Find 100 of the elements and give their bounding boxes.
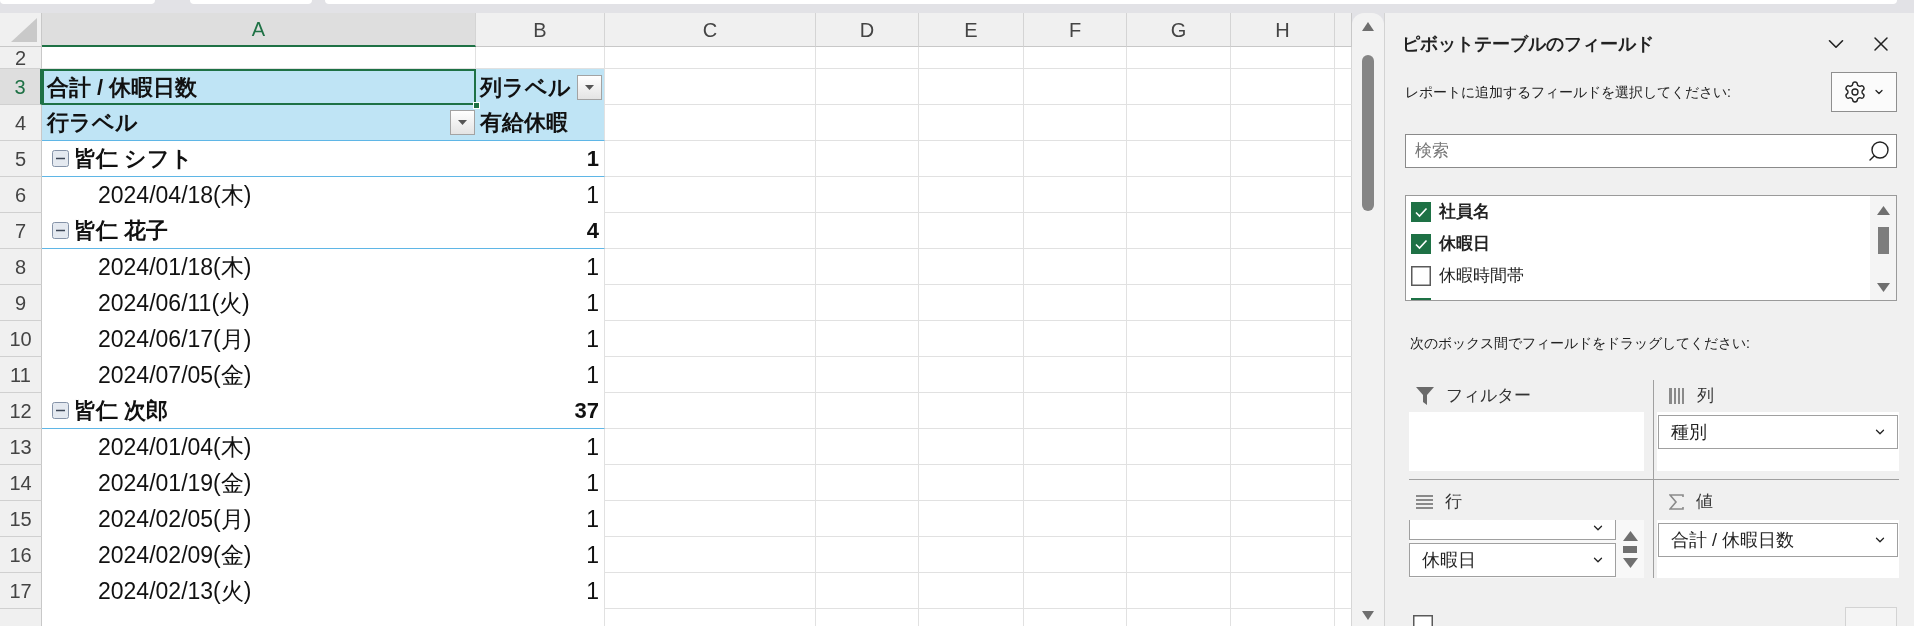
empty-cell[interactable] bbox=[1231, 465, 1335, 501]
empty-cell[interactable] bbox=[605, 393, 816, 429]
minus-box-icon[interactable] bbox=[52, 402, 69, 419]
empty-cell[interactable] bbox=[919, 105, 1024, 141]
empty-cell[interactable] bbox=[1024, 393, 1127, 429]
empty-cell[interactable] bbox=[1024, 357, 1127, 393]
empty-cell[interactable] bbox=[1024, 285, 1127, 321]
empty-cell[interactable] bbox=[1231, 141, 1335, 177]
field-checkbox[interactable] bbox=[1411, 234, 1431, 254]
empty-cell[interactable] bbox=[1127, 47, 1231, 69]
fill-handle-icon[interactable] bbox=[473, 102, 480, 109]
empty-cell[interactable] bbox=[919, 321, 1024, 357]
minus-box-icon[interactable] bbox=[52, 150, 69, 167]
scroll-up-arrow-icon[interactable] bbox=[1876, 206, 1890, 215]
empty-cell[interactable] bbox=[816, 357, 919, 393]
field-checkbox[interactable] bbox=[1411, 266, 1431, 286]
empty-cell[interactable] bbox=[816, 573, 919, 609]
scroll-down-arrow-icon[interactable] bbox=[1876, 283, 1890, 292]
search-icon[interactable] bbox=[1867, 139, 1891, 163]
empty-cell[interactable] bbox=[919, 141, 1024, 177]
empty-cell[interactable] bbox=[1231, 357, 1335, 393]
empty-cell[interactable] bbox=[1024, 213, 1127, 249]
column-header[interactable]: B bbox=[476, 13, 605, 47]
filter-dropdown-button[interactable] bbox=[450, 110, 475, 135]
bar-icon[interactable] bbox=[1623, 545, 1637, 553]
empty-cell[interactable] bbox=[919, 429, 1024, 465]
empty-cell[interactable] bbox=[919, 177, 1024, 213]
empty-cell[interactable] bbox=[1127, 321, 1231, 357]
empty-cell[interactable] bbox=[1024, 249, 1127, 285]
empty-cell[interactable] bbox=[1231, 573, 1335, 609]
empty-cell[interactable] bbox=[605, 213, 816, 249]
empty-cell[interactable] bbox=[919, 285, 1024, 321]
row-header[interactable]: 3 bbox=[0, 69, 42, 105]
empty-cell[interactable] bbox=[1127, 105, 1231, 141]
empty-cell[interactable] bbox=[816, 393, 919, 429]
empty-cell[interactable] bbox=[816, 465, 919, 501]
column-header[interactable]: C bbox=[605, 13, 816, 47]
row-header[interactable]: 2 bbox=[0, 47, 42, 69]
empty-cell[interactable] bbox=[1024, 429, 1127, 465]
row-header[interactable]: 14 bbox=[0, 465, 42, 501]
empty-cell[interactable] bbox=[605, 249, 816, 285]
row-header[interactable]: 6 bbox=[0, 177, 42, 213]
select-all-triangle-icon[interactable] bbox=[11, 18, 37, 42]
empty-cell[interactable] bbox=[1127, 573, 1231, 609]
field-dropdown[interactable]: 種別 bbox=[1658, 415, 1898, 449]
scroll-up-arrow-icon[interactable] bbox=[1362, 22, 1374, 31]
empty-cell[interactable] bbox=[1024, 465, 1127, 501]
empty-cell[interactable] bbox=[919, 357, 1024, 393]
empty-cell[interactable] bbox=[816, 285, 919, 321]
field-name[interactable]: 休暇日 bbox=[1439, 231, 1490, 257]
empty-cell[interactable] bbox=[1127, 465, 1231, 501]
empty-cell[interactable] bbox=[1127, 69, 1231, 105]
empty-cell[interactable] bbox=[816, 429, 919, 465]
row-header[interactable]: 8 bbox=[0, 249, 42, 285]
row-header[interactable]: 10 bbox=[0, 321, 42, 357]
empty-cell[interactable] bbox=[1127, 501, 1231, 537]
empty-cell[interactable] bbox=[1231, 69, 1335, 105]
empty-cell[interactable] bbox=[605, 357, 816, 393]
empty-cell[interactable] bbox=[816, 213, 919, 249]
empty-cell[interactable] bbox=[1024, 141, 1127, 177]
empty-cell[interactable] bbox=[605, 321, 816, 357]
empty-cell[interactable] bbox=[919, 69, 1024, 105]
column-header[interactable]: D bbox=[816, 13, 919, 47]
empty-cell[interactable] bbox=[1127, 213, 1231, 249]
row-header[interactable]: 5 bbox=[0, 141, 42, 177]
empty-cell[interactable] bbox=[1231, 213, 1335, 249]
empty-cell[interactable] bbox=[1127, 249, 1231, 285]
empty-cell[interactable] bbox=[816, 69, 919, 105]
empty-cell[interactable] bbox=[605, 573, 816, 609]
minus-box-icon[interactable] bbox=[52, 222, 69, 239]
empty-cell[interactable] bbox=[1231, 321, 1335, 357]
empty-cell[interactable] bbox=[1127, 537, 1231, 573]
row-header[interactable]: 12 bbox=[0, 393, 42, 429]
empty-cell[interactable] bbox=[1231, 47, 1335, 69]
empty-cell[interactable] bbox=[816, 177, 919, 213]
column-header[interactable]: F bbox=[1024, 13, 1127, 47]
empty-cell[interactable] bbox=[605, 177, 816, 213]
empty-cell[interactable] bbox=[605, 537, 816, 573]
field-checkbox[interactable] bbox=[1411, 202, 1431, 222]
empty-cell[interactable] bbox=[919, 537, 1024, 573]
empty-cell[interactable] bbox=[605, 285, 816, 321]
empty-cell[interactable] bbox=[1127, 177, 1231, 213]
column-header[interactable]: E bbox=[919, 13, 1024, 47]
row-header[interactable]: 7 bbox=[0, 213, 42, 249]
empty-cell[interactable] bbox=[919, 393, 1024, 429]
field-name[interactable]: 社員名 bbox=[1439, 199, 1490, 225]
empty-cell[interactable] bbox=[1127, 141, 1231, 177]
empty-cell[interactable] bbox=[1024, 105, 1127, 141]
scrollbar-thumb[interactable] bbox=[1877, 227, 1889, 254]
up-triangle-icon[interactable] bbox=[1622, 530, 1638, 541]
row-header[interactable]: 9 bbox=[0, 285, 42, 321]
search-field[interactable]: 検索 bbox=[1405, 134, 1897, 168]
empty-cell[interactable] bbox=[919, 249, 1024, 285]
empty-cell[interactable] bbox=[1127, 285, 1231, 321]
empty-cell[interactable] bbox=[816, 321, 919, 357]
empty-cell[interactable] bbox=[605, 465, 816, 501]
field-name[interactable]: 休暇時間帯 bbox=[1439, 263, 1524, 289]
row-header[interactable]: 17 bbox=[0, 573, 42, 609]
empty-cell[interactable] bbox=[1231, 285, 1335, 321]
empty-cell[interactable] bbox=[1231, 393, 1335, 429]
